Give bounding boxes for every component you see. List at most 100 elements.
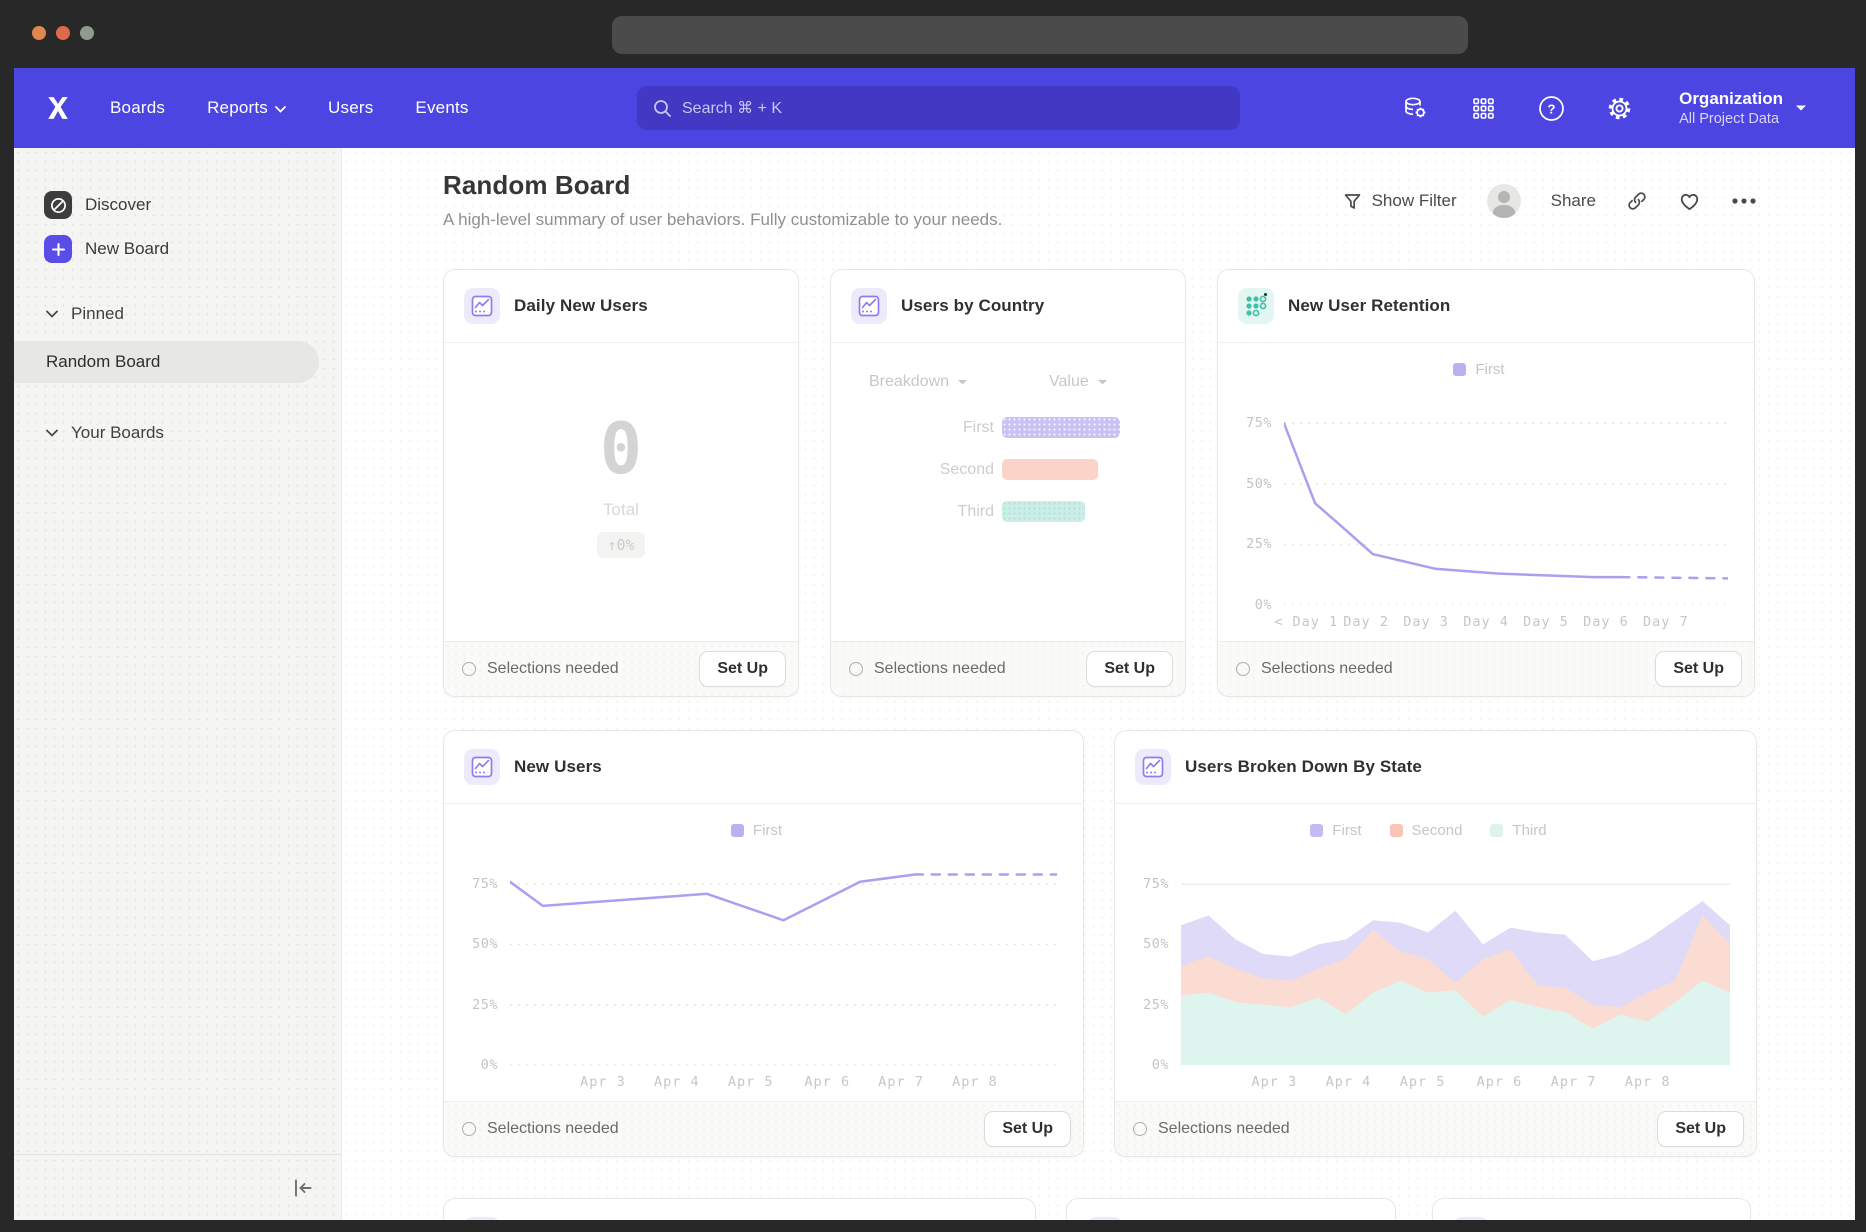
chevron-down-icon: [46, 310, 58, 318]
card-title: Users Broken Down By State: [1185, 757, 1422, 777]
section-label: Pinned: [71, 304, 124, 324]
insights-chart-icon: [1453, 1217, 1489, 1220]
nav-label: Boards: [110, 98, 165, 118]
bar-row: Third: [831, 501, 1185, 522]
url-bar[interactable]: [612, 16, 1468, 54]
nav-label: Reports: [207, 98, 268, 118]
card-daily-new-users[interactable]: Daily New Users 0 Total ↑0% Selections n…: [443, 269, 799, 697]
set-up-button[interactable]: Set Up: [1657, 1111, 1744, 1147]
y-tick-label: 75%: [472, 876, 498, 892]
more-options-icon[interactable]: [1731, 197, 1757, 205]
x-axis-labels: < Day 1Day 2Day 3Day 4Day 5Day 6Day 7: [1284, 605, 1728, 641]
sidebar-section-your-boards[interactable]: Your Boards: [14, 416, 341, 450]
nav-item-boards[interactable]: Boards: [110, 98, 165, 118]
settings-gear-icon[interactable]: [1605, 94, 1633, 122]
legend-item[interactable]: First: [1310, 822, 1361, 839]
legend-label: First: [1332, 822, 1361, 839]
nav-label: Events: [415, 98, 468, 118]
favorite-heart-icon[interactable]: [1678, 190, 1701, 212]
board-link-label: Random Board: [46, 352, 160, 372]
bar-third: [1002, 501, 1085, 522]
chevron-down-icon: [275, 106, 286, 113]
set-up-button[interactable]: Set Up: [1655, 651, 1742, 687]
x-tick-label: Apr 7: [878, 1074, 924, 1090]
value-dropdown[interactable]: Value: [1049, 373, 1108, 391]
card-stacked-line-graph[interactable]: Stacked Line Graph: [443, 1198, 1036, 1220]
show-filter-button[interactable]: Show Filter: [1343, 191, 1457, 211]
card-title: Users by Country: [901, 296, 1044, 316]
sidebar-item-random-board[interactable]: Random Board: [14, 341, 319, 383]
page-title: Random Board: [443, 170, 1002, 201]
breakdown-dropdown[interactable]: Breakdown: [869, 373, 1049, 391]
y-tick-label: 25%: [1143, 997, 1169, 1013]
chevron-down-icon: [957, 379, 968, 386]
help-icon[interactable]: ?: [1537, 94, 1565, 122]
insights-chart-icon: [464, 288, 500, 324]
show-filter-label: Show Filter: [1372, 191, 1457, 211]
nav-item-reports[interactable]: Reports: [207, 98, 286, 118]
search-input[interactable]: Search ⌘ + K: [637, 86, 1240, 130]
card-active-users[interactable]: Active Users: [1432, 1198, 1751, 1220]
card-users-by-country[interactable]: Users by Country Breakdown Value: [830, 269, 1186, 697]
legend-swatch: [1310, 824, 1323, 837]
set-up-button[interactable]: Set Up: [984, 1111, 1071, 1147]
card-users-by-state[interactable]: Users Broken Down By State First Second Th…: [1114, 730, 1757, 1157]
traffic-light-minimize[interactable]: [56, 26, 70, 40]
data-management-icon[interactable]: [1401, 94, 1429, 122]
apps-grid-icon[interactable]: [1469, 94, 1497, 122]
y-tick-label: 75%: [1143, 876, 1169, 892]
selections-needed-label: Selections needed: [487, 660, 688, 678]
traffic-light-zoom[interactable]: [80, 26, 94, 40]
collapse-sidebar-icon[interactable]: [291, 1176, 315, 1200]
legend-item[interactable]: Third: [1490, 822, 1546, 839]
y-tick-label: 50%: [1143, 936, 1169, 952]
copy-link-icon[interactable]: [1626, 190, 1648, 212]
nav-item-events[interactable]: Events: [415, 98, 468, 118]
x-tick-label: Apr 3: [1252, 1074, 1298, 1090]
app-frame: Boards Reports Users Events Search ⌘ + K: [14, 68, 1855, 1220]
nav-right-group: ? Organization All Project Data: [1401, 68, 1855, 148]
metric-label: Total: [603, 500, 639, 520]
mixpanel-logo-icon[interactable]: [44, 94, 72, 122]
org-selector[interactable]: Organization All Project Data: [1679, 88, 1807, 127]
plus-icon: [44, 235, 72, 263]
org-project: All Project Data: [1679, 110, 1783, 128]
stacked-area-chart: [1181, 848, 1730, 1065]
y-tick-label: 75%: [1246, 415, 1272, 431]
selections-needed-label: Selections needed: [1158, 1120, 1646, 1138]
legend-item[interactable]: First: [1453, 361, 1504, 378]
sidebar-section-pinned[interactable]: Pinned: [14, 297, 341, 331]
avatar[interactable]: [1487, 184, 1521, 218]
card-new-user-retention[interactable]: New User Retention First 75%50%25%0% <: [1217, 269, 1755, 697]
share-button[interactable]: Share: [1551, 191, 1596, 211]
x-tick-label: Apr 4: [1326, 1074, 1372, 1090]
traffic-light-close[interactable]: [32, 26, 46, 40]
insights-chart-icon: [464, 1217, 500, 1220]
chevron-down-icon: [1097, 379, 1108, 386]
selections-needed-label: Selections needed: [1261, 660, 1644, 678]
card-insights-report[interactable]: Insights Report: [1066, 1198, 1396, 1220]
svg-text:?: ?: [1547, 101, 1555, 116]
sidebar-item-discover[interactable]: Discover: [14, 183, 341, 227]
bar-category-label: Third: [869, 503, 994, 521]
x-tick-label: Day 3: [1403, 614, 1449, 630]
chart-legend: First Second Third: [1127, 812, 1730, 848]
legend-item[interactable]: Second: [1390, 822, 1463, 839]
set-up-button[interactable]: Set Up: [699, 651, 786, 687]
legend-label: Second: [1412, 822, 1463, 839]
card-new-users[interactable]: New Users First 75%50%25%0% Apr 3Apr 4: [443, 730, 1084, 1157]
chevron-down-icon: [46, 429, 58, 437]
section-label: Your Boards: [71, 423, 164, 443]
bar-row: First: [831, 417, 1185, 438]
nav-item-users[interactable]: Users: [328, 98, 373, 118]
y-tick-label: 25%: [1246, 536, 1272, 552]
x-tick-label: Apr 7: [1551, 1074, 1597, 1090]
sidebar-item-label: New Board: [85, 239, 169, 259]
y-tick-label: 25%: [472, 997, 498, 1013]
x-axis-labels: Apr 3Apr 4Apr 5Apr 6Apr 7Apr 8: [1181, 1065, 1730, 1101]
discover-compass-icon: [44, 191, 72, 219]
legend-item[interactable]: First: [731, 822, 782, 839]
sidebar-item-new-board[interactable]: New Board: [14, 227, 341, 271]
card-title: New User Retention: [1288, 296, 1450, 316]
set-up-button[interactable]: Set Up: [1086, 651, 1173, 687]
